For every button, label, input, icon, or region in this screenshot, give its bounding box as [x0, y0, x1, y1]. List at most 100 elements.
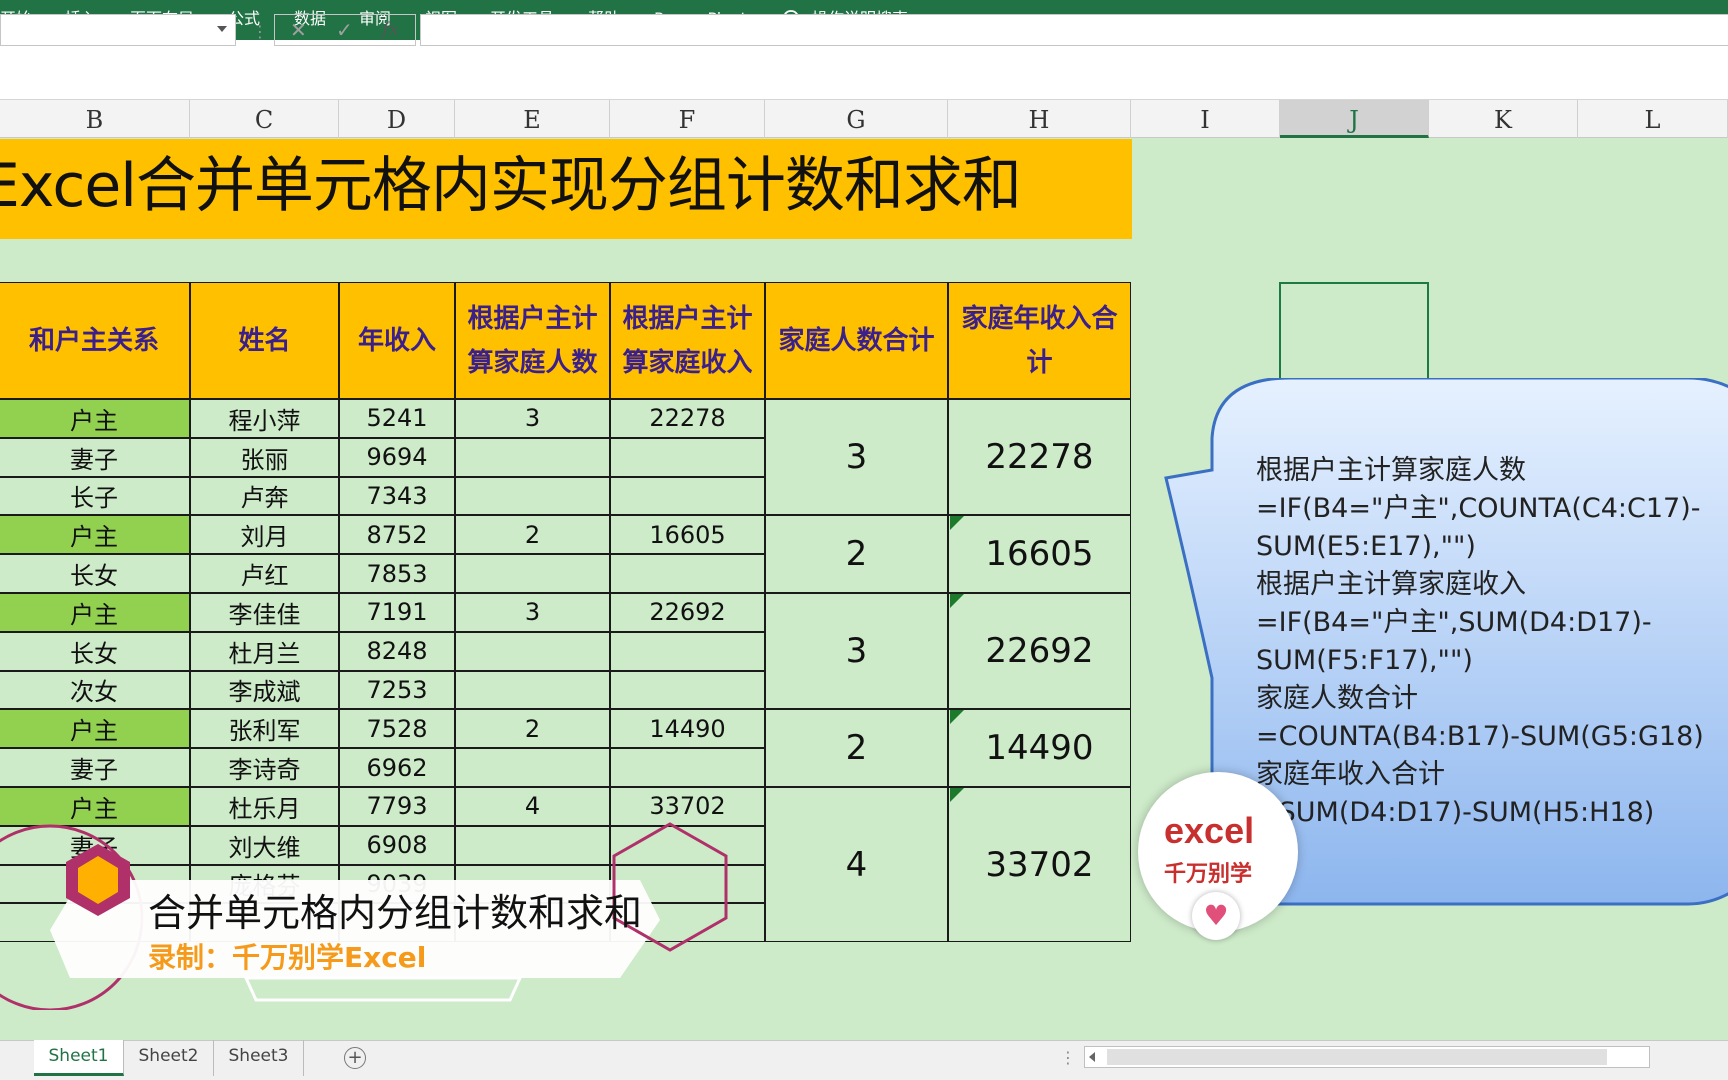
table-cell[interactable]: 8248	[339, 631, 455, 671]
table-cell[interactable]: 卢奔	[190, 476, 339, 516]
header-income-total[interactable]: 家庭年收入合计	[948, 282, 1131, 399]
merged-sum-cell[interactable]: 16605	[948, 515, 1131, 593]
table-cell[interactable]: 张丽	[190, 437, 339, 477]
table-cell[interactable]: 李佳佳	[190, 593, 339, 632]
scrollbar-thumb[interactable]	[1107, 1049, 1607, 1065]
table-cell[interactable]: 刘月	[190, 515, 339, 555]
table-cell[interactable]: 户主	[0, 709, 190, 749]
logo-subtext: 千万别学	[1164, 862, 1253, 887]
enter-icon[interactable]: ✓	[336, 16, 353, 44]
header-family-count[interactable]: 根据户主计算家庭人数	[455, 282, 610, 399]
header-income[interactable]: 年收入	[339, 282, 455, 399]
table-cell[interactable]: 16605	[610, 515, 765, 555]
column-header-h[interactable]: H	[948, 100, 1131, 138]
header-count-total[interactable]: 家庭人数合计	[765, 282, 948, 399]
column-header-d[interactable]: D	[339, 100, 455, 138]
sheet-tab-3[interactable]: Sheet3	[214, 1040, 304, 1076]
add-sheet-button[interactable]: +	[344, 1047, 366, 1069]
merged-count-cell[interactable]: 3	[765, 399, 948, 516]
table-cell[interactable]: 2	[455, 709, 610, 749]
table-cell[interactable]	[455, 476, 610, 516]
column-header-i[interactable]: I	[1131, 100, 1280, 138]
table-cell[interactable]	[610, 437, 765, 477]
merged-count-cell[interactable]: 2	[765, 515, 948, 593]
table-cell[interactable]: 李成斌	[190, 670, 339, 710]
scroll-left-icon[interactable]	[1089, 1052, 1095, 1062]
table-cell[interactable]: 妻子	[0, 748, 190, 787]
table-cell[interactable]: 7253	[339, 670, 455, 710]
table-cell[interactable]: 7343	[339, 476, 455, 516]
column-header-b[interactable]: B	[0, 100, 190, 138]
table-cell[interactable]: 6962	[339, 748, 455, 787]
table-cell[interactable]: 9694	[339, 437, 455, 477]
formula-bar	[0, 40, 1728, 100]
table-cell[interactable]: 22692	[610, 593, 765, 632]
chevron-down-icon[interactable]	[217, 26, 227, 32]
merged-count-cell[interactable]: 3	[765, 593, 948, 710]
column-header-k[interactable]: K	[1429, 100, 1578, 138]
cancel-icon[interactable]: ✕	[290, 16, 307, 44]
table-cell[interactable]	[455, 554, 610, 593]
table-cell[interactable]: 8752	[339, 515, 455, 555]
table-cell[interactable]	[455, 437, 610, 477]
table-cell[interactable]	[455, 631, 610, 671]
title-banner: Excel合并单元格内实现分组计数和求和	[0, 139, 1132, 239]
table-cell[interactable]	[610, 476, 765, 516]
sheet-tab-2[interactable]: Sheet2	[124, 1040, 214, 1076]
merged-count-cell[interactable]: 2	[765, 709, 948, 787]
header-family-income[interactable]: 根据户主计算家庭收入	[610, 282, 765, 399]
tab-splitter[interactable]: ⋮	[1060, 1048, 1076, 1067]
table-cell[interactable]	[610, 554, 765, 593]
error-indicator-icon	[950, 710, 964, 725]
table-cell[interactable]: 7191	[339, 593, 455, 632]
table-cell[interactable]: 妻子	[0, 437, 190, 477]
name-box[interactable]	[0, 14, 236, 46]
error-indicator-icon	[950, 516, 964, 531]
table-cell[interactable]: 次女	[0, 670, 190, 710]
table-cell[interactable]: 卢红	[190, 554, 339, 593]
table-cell[interactable]: 3	[455, 399, 610, 438]
column-header-l[interactable]: L	[1578, 100, 1728, 138]
header-name[interactable]: 姓名	[190, 282, 339, 399]
table-cell[interactable]: 5241	[339, 399, 455, 438]
heart-icon[interactable]: ♥	[1192, 892, 1240, 940]
table-cell[interactable]	[455, 670, 610, 710]
column-header-g[interactable]: G	[765, 100, 948, 138]
column-header-c[interactable]: C	[190, 100, 339, 138]
header-relation[interactable]: 和户主关系	[0, 282, 190, 399]
column-header-j[interactable]: J	[1280, 100, 1429, 138]
formula-input[interactable]	[420, 14, 1728, 46]
merged-sum-cell[interactable]: 22278	[948, 399, 1131, 516]
table-cell[interactable]: 14490	[610, 709, 765, 749]
table-cell[interactable]: 3	[455, 593, 610, 632]
formula-bar-separator: ⋮	[252, 22, 268, 41]
table-cell[interactable]: 长女	[0, 631, 190, 671]
table-cell[interactable]: 程小萍	[190, 399, 339, 438]
table-cell[interactable]: 户主	[0, 399, 190, 438]
merged-sum-cell[interactable]: 22692	[948, 593, 1131, 710]
sheet-tab-1[interactable]: Sheet1	[34, 1040, 124, 1076]
table-cell[interactable]: 长女	[0, 554, 190, 593]
table-cell[interactable]: 杜月兰	[190, 631, 339, 671]
merged-sum-cell[interactable]: 14490	[948, 709, 1131, 787]
table-cell[interactable]	[610, 631, 765, 671]
table-cell[interactable]	[610, 748, 765, 787]
table-cell[interactable]: 22278	[610, 399, 765, 438]
column-header-f[interactable]: F	[610, 100, 765, 138]
table-cell[interactable]: 张利军	[190, 709, 339, 749]
page-title: Excel合并单元格内实现分组计数和求和	[0, 151, 1022, 221]
merged-sum-cell[interactable]: 33702	[948, 787, 1131, 943]
table-cell[interactable]: 户主	[0, 515, 190, 555]
table-cell[interactable]: 2	[455, 515, 610, 555]
insert-function-icon[interactable]: fx	[382, 16, 399, 44]
table-cell[interactable]: 长子	[0, 476, 190, 516]
table-cell[interactable]: 7528	[339, 709, 455, 749]
table-cell[interactable]	[610, 670, 765, 710]
merged-count-cell[interactable]: 4	[765, 787, 948, 943]
table-cell[interactable]	[455, 748, 610, 787]
column-header-e[interactable]: E	[455, 100, 610, 138]
table-cell[interactable]: 李诗奇	[190, 748, 339, 787]
table-cell[interactable]: 7853	[339, 554, 455, 593]
horizontal-scrollbar[interactable]	[1084, 1046, 1650, 1068]
table-cell[interactable]: 户主	[0, 593, 190, 632]
